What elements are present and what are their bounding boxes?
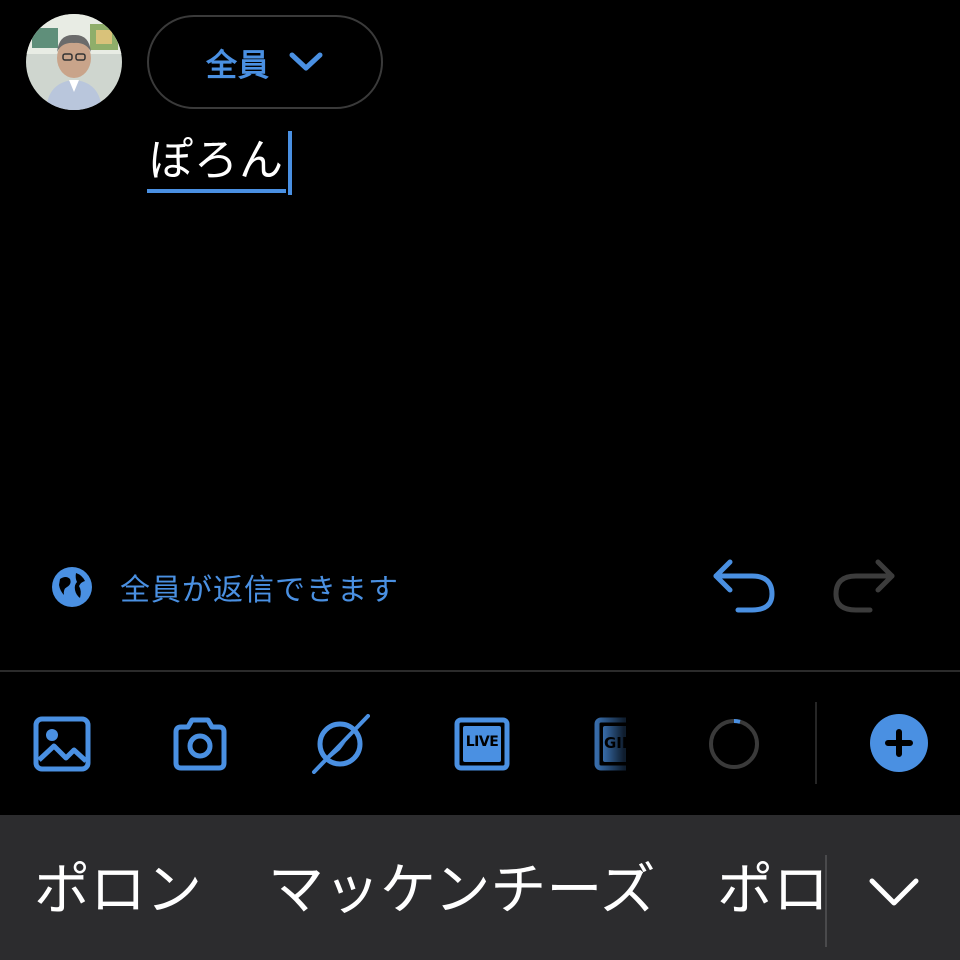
- spaces-button[interactable]: [310, 714, 370, 774]
- audience-label: 全員: [206, 47, 270, 84]
- text-caret: [288, 131, 292, 195]
- reply-setting-button[interactable]: 全員が返信できます: [50, 564, 399, 610]
- spaces-icon: [312, 714, 370, 774]
- candidate-item[interactable]: マッケンチーズ: [268, 859, 656, 923]
- globe-icon: [50, 565, 94, 609]
- candidate-item[interactable]: ポロ: [717, 859, 829, 923]
- image-button[interactable]: [32, 714, 92, 774]
- camera-button[interactable]: [170, 714, 230, 774]
- undo-button[interactable]: [710, 556, 778, 616]
- chevron-down-icon: [288, 51, 324, 73]
- live-button[interactable]: LIVE: [452, 714, 512, 774]
- tweet-text-input[interactable]: ぽろん: [147, 128, 292, 198]
- camera-icon: [173, 717, 227, 771]
- tweet-compose-screen: 全員 ぽろん 全員が返信できます LIVE GI ポロン マッケンチーズ ポロ: [0, 0, 960, 960]
- undo-icon: [713, 559, 775, 613]
- live-label: LIVE: [465, 734, 499, 750]
- divider: [0, 670, 960, 672]
- reply-setting-label: 全員が返信できます: [120, 573, 399, 608]
- redo-icon: [833, 559, 895, 613]
- toolbar-separator: [815, 702, 817, 784]
- audience-selector-button[interactable]: 全員: [147, 15, 383, 109]
- candidate-item[interactable]: ポロン: [34, 859, 202, 923]
- add-thread-button[interactable]: [870, 714, 928, 772]
- image-icon: [33, 716, 91, 772]
- composer-text: ぽろん: [147, 133, 286, 193]
- character-count-icon: [709, 719, 759, 769]
- gif-button[interactable]: GIF: [592, 714, 626, 774]
- add-thread-icon: [885, 729, 913, 757]
- expand-candidates-button[interactable]: [864, 871, 924, 915]
- avatar[interactable]: [26, 14, 122, 110]
- ime-candidate-bar: ポロン マッケンチーズ ポロ: [0, 815, 960, 960]
- avatar-image: [26, 14, 122, 110]
- chevron-down-icon: [869, 878, 919, 906]
- candidate-separator: [825, 855, 827, 947]
- gif-label: GIF: [604, 734, 626, 752]
- redo-button: [830, 556, 898, 616]
- character-count: [706, 714, 766, 774]
